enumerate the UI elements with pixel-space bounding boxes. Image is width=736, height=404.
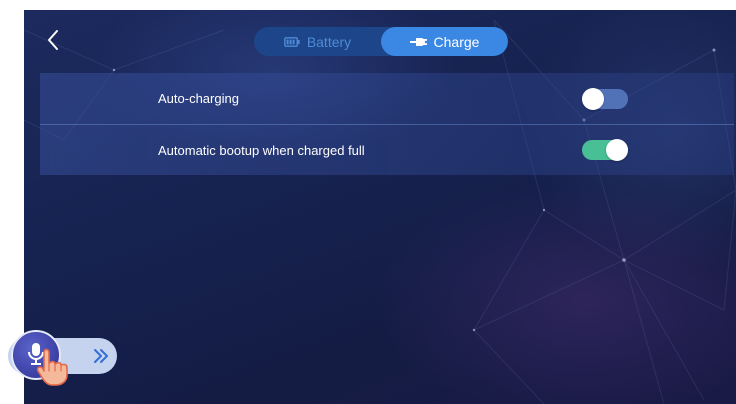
pointing-hand-icon [36,348,68,386]
tab-charge-label: Charge [433,33,480,50]
tab-bar: Battery Charge [254,27,508,56]
auto-charging-toggle[interactable] [582,87,628,110]
toggle-knob [606,139,628,161]
background-pattern [24,19,736,404]
battery-icon [283,36,300,47]
tab-charge[interactable]: Charge [381,27,508,56]
setting-row-auto-charging: Auto-charging [40,73,734,124]
settings-list: Auto-charging Automatic bootup when char… [40,73,734,175]
plug-icon [409,36,427,48]
tab-battery-label: Battery [306,33,352,50]
double-chevron-right-icon [94,349,108,363]
tab-battery[interactable]: Battery [254,27,381,56]
settings-screen: Battery Charge Auto-charging Automatic b… [24,10,736,404]
setting-row-auto-bootup: Automatic bootup when charged full [40,124,734,175]
setting-label: Automatic bootup when charged full [158,142,365,158]
chevron-left-icon [48,30,58,50]
toggle-knob [582,87,604,110]
setting-label: Auto-charging [158,91,239,106]
auto-bootup-toggle[interactable] [582,139,628,161]
back-button[interactable] [42,28,66,52]
